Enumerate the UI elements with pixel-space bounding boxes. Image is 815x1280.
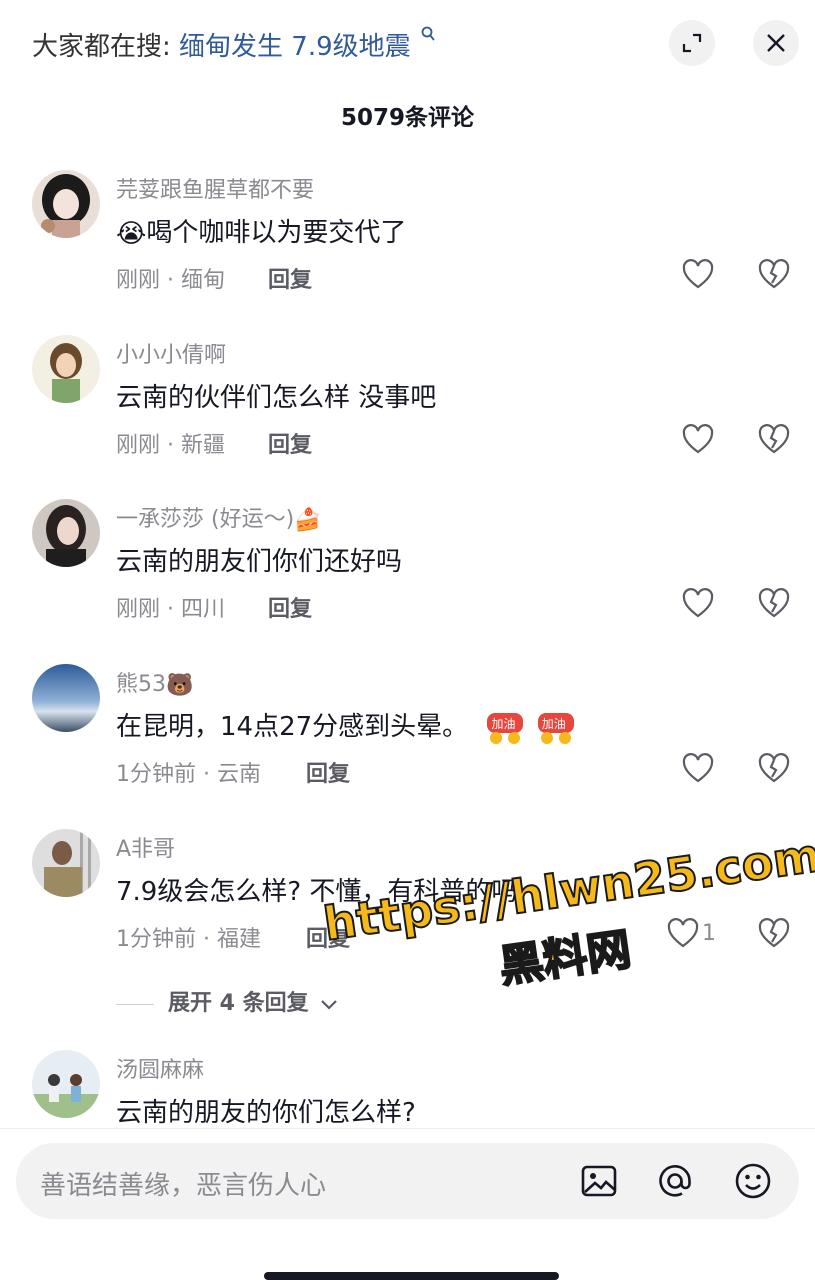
image-icon[interactable]: [580, 1162, 618, 1200]
avatar[interactable]: [32, 1050, 100, 1118]
comment-text: 云南的伙伴们怎么样 没事吧: [116, 383, 437, 413]
avatar[interactable]: [32, 499, 100, 567]
comment-item: 小小小倩啊 云南的伙伴们怎么样 没事吧 刚刚 · 新疆 回复: [0, 335, 815, 495]
close-button[interactable]: [753, 20, 799, 66]
cake-emoji: 🍰: [294, 507, 322, 533]
crying-emoji: 😭: [116, 218, 147, 249]
comment-item: 芫荽跟鱼腥草都不要 😭喝个咖啡以为要交代了 刚刚 · 缅甸 回复: [0, 170, 815, 330]
jiayou-sticker: 加油: [486, 711, 524, 745]
expand-replies-button[interactable]: 展开 4 条回复: [116, 985, 338, 1016]
username[interactable]: 汤圆麻麻: [116, 1052, 204, 1084]
reply-button[interactable]: 回复: [268, 262, 312, 294]
hot-search[interactable]: 大家都在搜: 缅甸发生 7.9级地震: [32, 26, 435, 63]
expand-icon: [682, 33, 702, 53]
divider: [116, 1003, 154, 1005]
top-bar: 大家都在搜: 缅甸发生 7.9级地震: [0, 0, 815, 88]
close-icon: [767, 34, 785, 52]
comment-meta: 刚刚 · 四川: [116, 597, 225, 622]
comment-input[interactable]: 善语结善缘，恶言伤人心: [16, 1143, 799, 1219]
reply-button[interactable]: 回复: [268, 591, 312, 623]
search-icon: [421, 26, 435, 46]
smile-icon[interactable]: [734, 1162, 772, 1200]
heart-icon[interactable]: [681, 587, 715, 621]
comment-count: 5079条评论: [340, 105, 474, 131]
comment-item: 一承莎莎 (好运～)🍰 云南的朋友们你们还好吗 刚刚 · 四川 回复: [0, 499, 815, 659]
username[interactable]: 小小小倩啊: [116, 337, 226, 369]
comment-input-placeholder[interactable]: 善语结善缘，恶言伤人心: [40, 1165, 326, 1202]
broken-heart-icon[interactable]: [757, 258, 791, 292]
at-icon[interactable]: [656, 1162, 694, 1200]
comment-meta: 刚刚 · 缅甸: [116, 268, 225, 293]
hot-search-term[interactable]: 缅甸发生 7.9级地震: [179, 32, 411, 62]
comment-meta: 1分钟前 · 福建: [116, 927, 261, 952]
avatar[interactable]: [32, 170, 100, 238]
reply-button[interactable]: 回复: [306, 756, 350, 788]
avatar[interactable]: [32, 335, 100, 403]
comment-text: 在昆明，14点27分感到头晕。 加油 加油: [116, 706, 575, 745]
broken-heart-icon[interactable]: [757, 587, 791, 621]
home-indicator: [264, 1272, 559, 1280]
broken-heart-icon[interactable]: [757, 752, 791, 786]
username[interactable]: 一承莎莎 (好运～)🍰: [116, 501, 322, 533]
comment-item: 熊53🐻 在昆明，14点27分感到头晕。 加油 加油 1分钟前 · 云南 回复: [0, 664, 815, 824]
hot-search-prefix: 大家都在搜:: [32, 32, 171, 62]
jiayou-sticker: 加油: [537, 711, 575, 745]
broken-heart-icon[interactable]: [757, 423, 791, 457]
heart-icon[interactable]: [681, 258, 715, 292]
comment-text: 😭喝个咖啡以为要交代了: [116, 218, 407, 249]
username[interactable]: A非哥: [116, 831, 175, 863]
heart-icon[interactable]: [681, 423, 715, 457]
comment-text: 云南的朋友的你们怎么样?: [116, 1098, 416, 1128]
username[interactable]: 熊53🐻: [116, 666, 193, 698]
comment-item: 汤圆麻麻 云南的朋友的你们怎么样?: [0, 1050, 815, 1128]
comment-meta: 1分钟前 · 云南: [116, 762, 261, 787]
reply-button[interactable]: 回复: [268, 427, 312, 459]
expand-button[interactable]: [669, 20, 715, 66]
comment-meta: 刚刚 · 新疆: [116, 433, 225, 458]
username[interactable]: 芫荽跟鱼腥草都不要: [116, 172, 314, 204]
bear-emoji: 🐻: [166, 672, 194, 698]
avatar[interactable]: [32, 829, 100, 897]
comment-text: 云南的朋友们你们还好吗: [116, 547, 403, 577]
divider: [0, 1128, 815, 1129]
avatar[interactable]: [32, 664, 100, 732]
heart-icon[interactable]: [681, 752, 715, 786]
